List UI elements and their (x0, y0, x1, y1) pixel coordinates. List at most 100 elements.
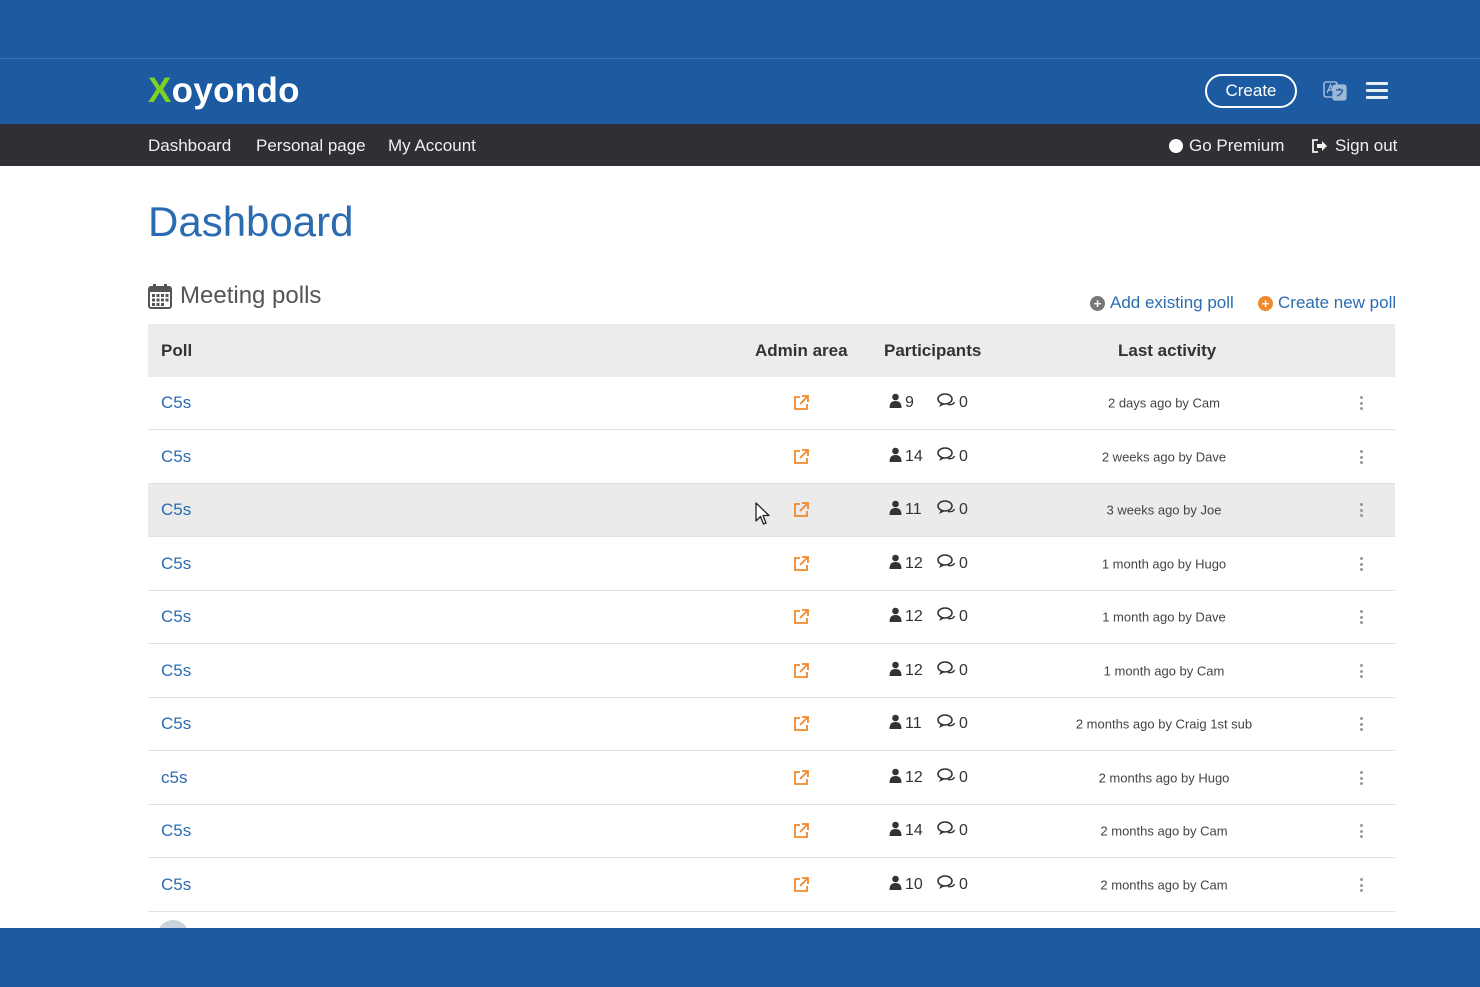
column-header-last-activity[interactable]: Last activity (1118, 341, 1216, 361)
participants-cell: 90 (889, 393, 968, 413)
table-row[interactable]: C5s 14 0 2 months ago by Cam (148, 805, 1395, 858)
poll-name-link[interactable]: C5s (161, 447, 191, 467)
kebab-dot (1360, 407, 1363, 410)
kebab-dot (1360, 621, 1363, 624)
comments-icon (937, 554, 956, 574)
comment-count: 0 (959, 608, 968, 625)
table-row[interactable]: C5s 10 0 2 months ago by Cam (148, 859, 1395, 912)
row-options-kebab-icon[interactable] (1360, 664, 1364, 678)
admin-external-link-icon[interactable] (792, 822, 810, 840)
kebab-dot (1360, 669, 1363, 673)
poll-name-link[interactable]: C5s (161, 714, 191, 734)
kebab-dot (1360, 824, 1363, 827)
table-row[interactable]: C5s 12 0 1 month ago by Hugo (148, 538, 1395, 591)
nav-my-account[interactable]: My Account (388, 136, 476, 156)
comments-icon (937, 875, 956, 895)
kebab-dot (1360, 829, 1363, 833)
poll-name-link[interactable]: C5s (161, 393, 191, 413)
meeting-polls-heading: Meeting polls (148, 282, 321, 310)
nav-personal-page[interactable]: Personal page (256, 136, 366, 156)
language-icon[interactable] (1323, 80, 1347, 102)
column-header-participants[interactable]: Participants (884, 341, 981, 361)
add-existing-poll-link[interactable]: + Add existing poll (1090, 293, 1234, 313)
comment-count: 0 (959, 448, 968, 465)
row-options-kebab-icon[interactable] (1360, 610, 1364, 624)
create-new-poll-link[interactable]: + Create new poll (1258, 293, 1396, 313)
poll-name-link[interactable]: C5s (161, 607, 191, 627)
page-title: Dashboard (148, 198, 354, 245)
comments-icon (937, 714, 956, 734)
poll-name-link[interactable]: C5s (161, 821, 191, 841)
comment-count: 0 (959, 501, 968, 518)
admin-external-link-icon[interactable] (792, 769, 810, 787)
row-options-kebab-icon[interactable] (1360, 771, 1364, 785)
person-icon (889, 661, 902, 681)
participant-count: 14 (905, 448, 923, 465)
admin-external-link-icon[interactable] (792, 394, 810, 412)
column-header-poll[interactable]: Poll (161, 341, 192, 361)
admin-external-link-icon[interactable] (792, 448, 810, 466)
participants-cell: 14 0 (889, 821, 968, 841)
kebab-dot (1360, 722, 1363, 726)
last-activity-text: 2 weeks ago by Dave (1101, 449, 1227, 465)
kebab-dot (1360, 675, 1363, 678)
row-options-kebab-icon[interactable] (1360, 503, 1364, 517)
table-row[interactable]: C5s 11 0 3 weeks ago by Joe (148, 484, 1395, 537)
person-icon (889, 875, 902, 895)
poll-name-link[interactable]: C5s (161, 554, 191, 574)
kebab-dot (1360, 782, 1363, 785)
row-options-kebab-icon[interactable] (1360, 450, 1364, 464)
menu-line (1366, 82, 1388, 85)
poll-name-link[interactable]: C5s (161, 661, 191, 681)
last-activity-text: 2 days ago by Cam (1107, 395, 1220, 411)
hamburger-menu-icon[interactable] (1366, 82, 1388, 100)
sign-out-link[interactable]: Sign out (1311, 136, 1397, 156)
table-row[interactable]: C5s 12 0 1 month ago by Cam (148, 645, 1395, 698)
nav-dashboard[interactable]: Dashboard (148, 136, 231, 156)
kebab-dot (1360, 664, 1363, 667)
table-row[interactable]: c5s 12 0 2 months ago by Hugo (148, 752, 1395, 805)
row-options-kebab-icon[interactable] (1360, 878, 1364, 892)
admin-external-link-icon[interactable] (792, 662, 810, 680)
participant-count: 12 (905, 608, 923, 625)
browser-top-strip (0, 0, 1480, 59)
row-options-kebab-icon[interactable] (1360, 824, 1364, 838)
admin-external-link-icon[interactable] (792, 715, 810, 733)
comments-icon (937, 447, 956, 467)
comments-icon (937, 768, 956, 788)
row-options-kebab-icon[interactable] (1360, 557, 1364, 571)
table-row[interactable]: C5s 9 0 2 days ago by Cam (148, 377, 1395, 430)
column-header-admin-area[interactable]: Admin area (755, 341, 848, 361)
table-row[interactable]: C5s 12 0 1 month ago by Dave (148, 591, 1395, 644)
participants-cell: 12 0 (889, 554, 968, 574)
poll-name-link[interactable]: c5s (161, 768, 187, 788)
calendar-icon (148, 284, 172, 309)
kebab-dot (1360, 835, 1363, 838)
participant-count: 12 (905, 555, 923, 572)
kebab-dot (1360, 455, 1363, 459)
table-row[interactable]: C5s 14 0 2 weeks ago by Dave (148, 431, 1395, 484)
poll-name-link[interactable]: C5s (161, 500, 191, 520)
plus-circle-icon: + (1090, 295, 1105, 311)
kebab-dot (1360, 503, 1363, 506)
xoyondo-logo[interactable]: Xoyondo (148, 71, 300, 111)
create-button[interactable]: Create (1205, 74, 1297, 108)
create-new-poll-label: Create new poll (1278, 293, 1397, 312)
row-options-kebab-icon[interactable] (1360, 717, 1364, 731)
meeting-polls-label: Meeting polls (180, 282, 322, 309)
admin-external-link-icon[interactable] (792, 608, 810, 626)
premium-icon (1169, 139, 1183, 153)
comment-count: 0 (959, 822, 968, 839)
row-options-kebab-icon[interactable] (1360, 396, 1364, 410)
admin-external-link-icon[interactable] (792, 876, 810, 894)
admin-external-link-icon[interactable] (792, 555, 810, 573)
poll-name-link[interactable]: C5s (161, 875, 191, 895)
go-premium-link[interactable]: Go Premium (1169, 136, 1284, 156)
menu-line (1366, 96, 1388, 99)
kebab-dot (1360, 562, 1363, 566)
participant-count: 12 (905, 769, 923, 786)
admin-external-link-icon[interactable] (792, 501, 810, 519)
table-row[interactable]: C5s 11 0 2 months ago by Craig 1st sub (148, 698, 1395, 751)
kebab-dot (1360, 717, 1363, 720)
participant-count: 14 (905, 822, 923, 839)
